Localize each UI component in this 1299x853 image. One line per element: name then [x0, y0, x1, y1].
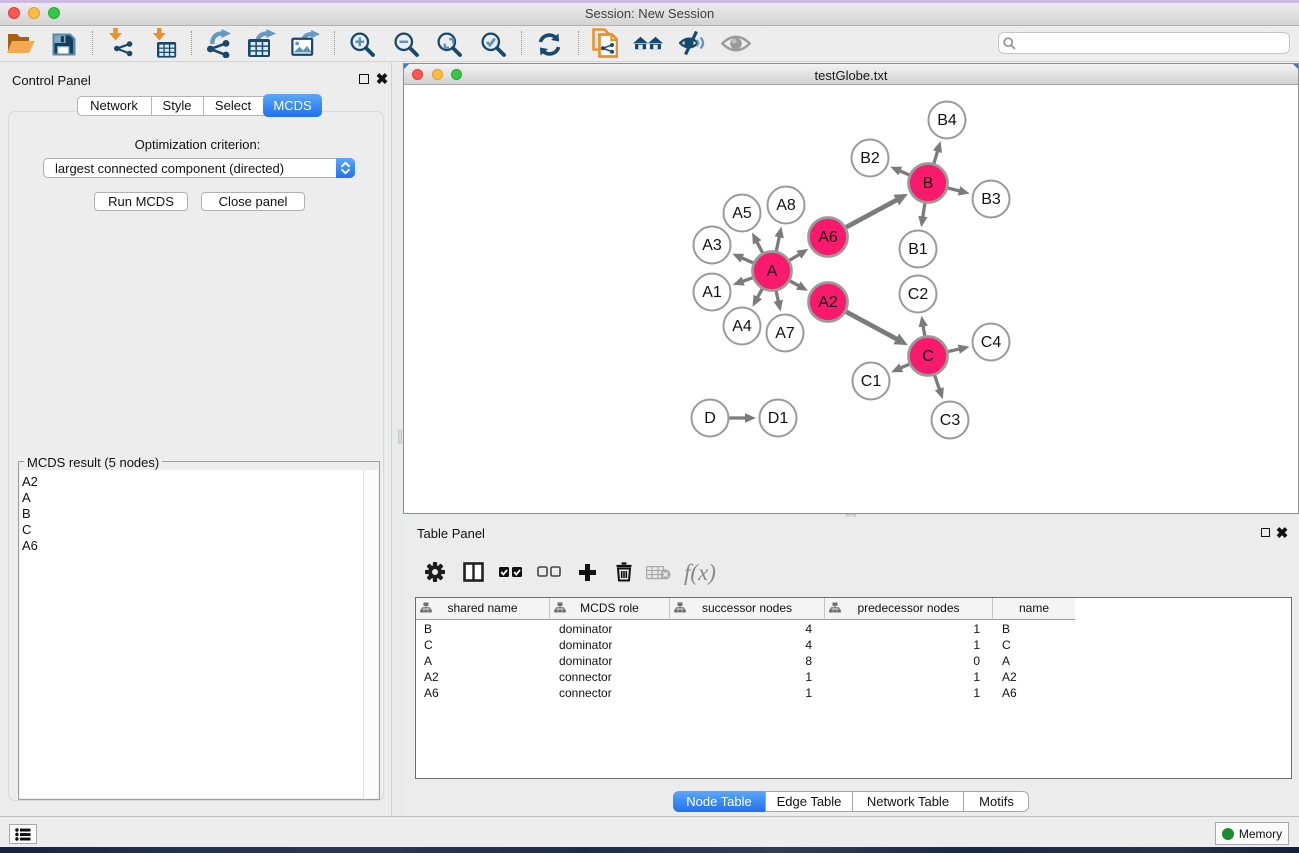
svg-text:A4: A4: [732, 318, 752, 335]
svg-text:C2: C2: [908, 286, 929, 303]
svg-text:A8: A8: [776, 197, 796, 214]
svg-text:A6: A6: [818, 229, 838, 246]
svg-text:C4: C4: [981, 334, 1002, 351]
svg-text:B1: B1: [908, 241, 928, 258]
svg-text:C3: C3: [940, 412, 961, 429]
svg-text:D1: D1: [768, 410, 789, 427]
svg-text:A: A: [767, 263, 778, 280]
svg-text:A2: A2: [818, 294, 838, 311]
svg-text:A1: A1: [702, 284, 722, 301]
svg-text:D: D: [704, 410, 716, 427]
svg-text:C1: C1: [861, 373, 882, 390]
svg-text:A5: A5: [732, 205, 752, 222]
svg-text:B3: B3: [981, 191, 1001, 208]
svg-text:B2: B2: [860, 150, 880, 167]
svg-text:C: C: [922, 348, 934, 365]
svg-text:A7: A7: [775, 325, 795, 342]
svg-text:A3: A3: [702, 237, 722, 254]
svg-text:B: B: [923, 175, 934, 192]
svg-text:B4: B4: [937, 112, 957, 129]
